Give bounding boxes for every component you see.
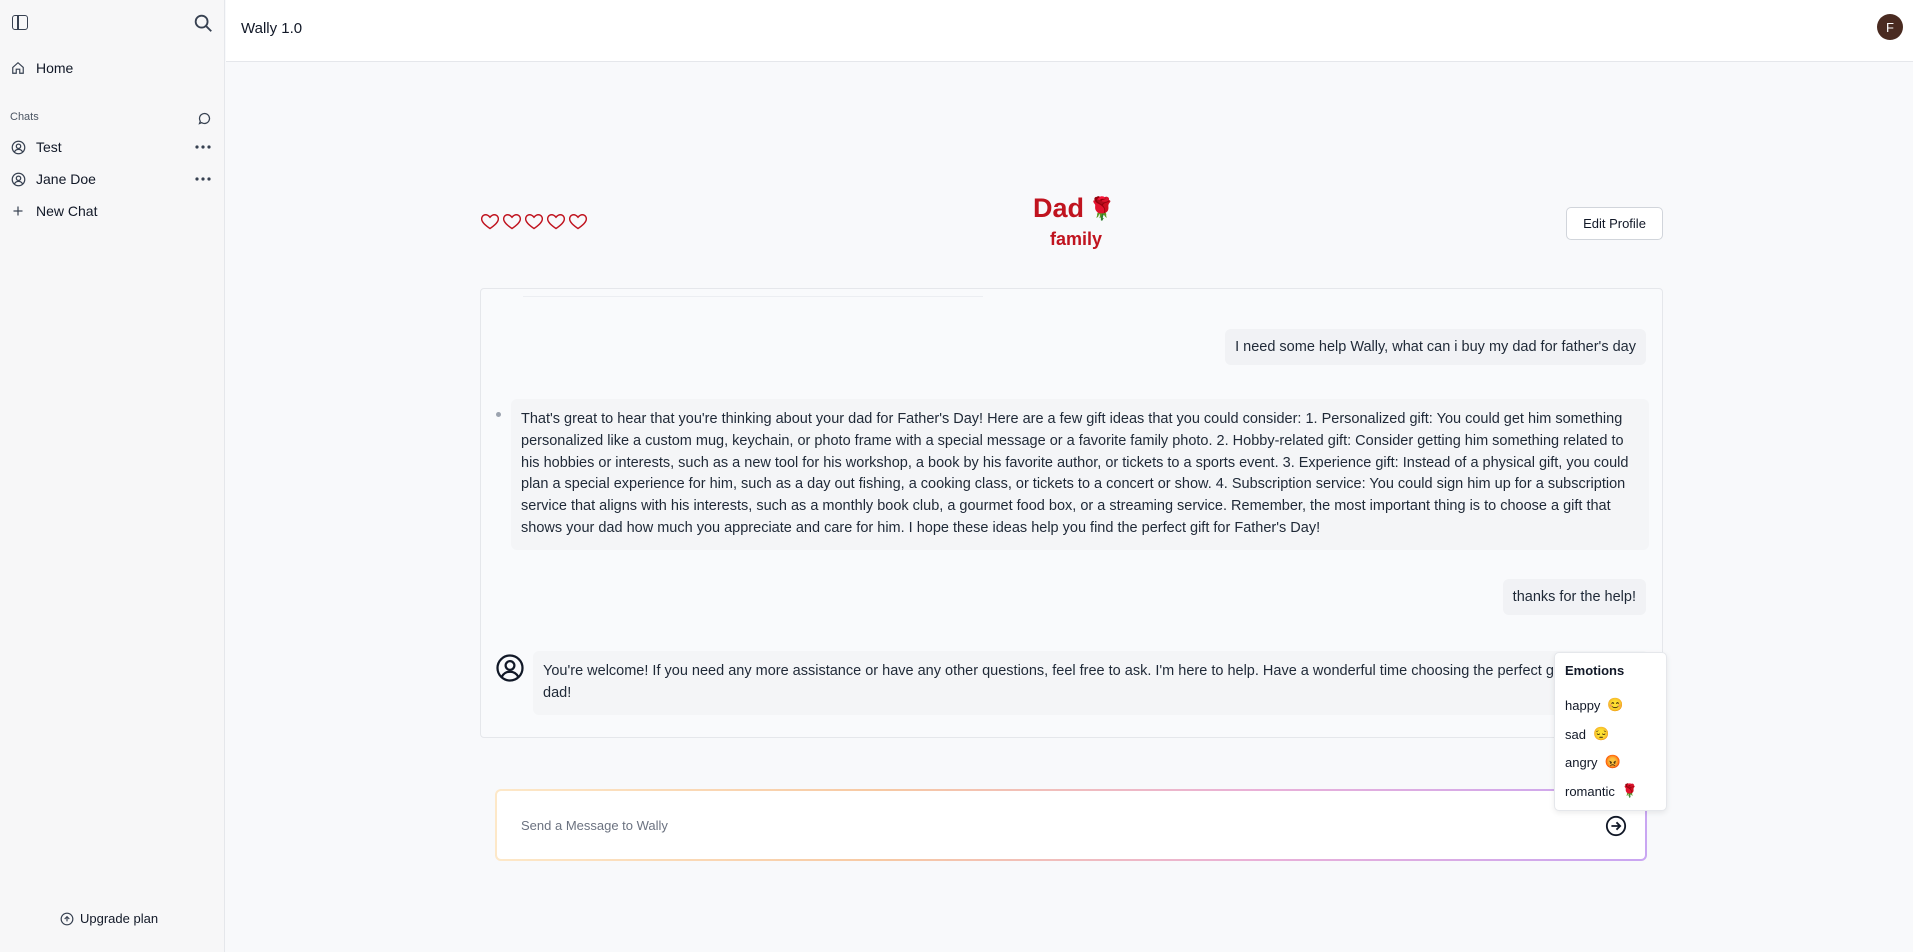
emotion-option-angry[interactable]: angry 😡 bbox=[1565, 754, 1621, 770]
rose-emoji-icon: 🌹 bbox=[1621, 783, 1639, 798]
assistant-avatar-icon bbox=[496, 654, 524, 682]
search-icon[interactable] bbox=[192, 12, 214, 34]
new-chat-label: New Chat bbox=[36, 203, 98, 219]
sad-emoji-icon: 😔 bbox=[1592, 726, 1610, 741]
chats-section-label: Chats bbox=[10, 111, 39, 123]
profile-relation: family bbox=[1050, 229, 1103, 249]
upgrade-plan-label: Upgrade plan bbox=[80, 911, 159, 926]
message-input[interactable] bbox=[521, 813, 1571, 837]
assistant-message: That's great to hear that you're thinkin… bbox=[511, 399, 1649, 550]
plus-icon bbox=[10, 203, 26, 219]
sidebar-item-label: Home bbox=[36, 60, 74, 76]
user-circle-icon bbox=[10, 171, 26, 187]
emotions-menu: Emotions happy 😊 sad 😔 angry 😡 romantic … bbox=[1554, 652, 1667, 811]
user-message: thanks for the help! bbox=[1502, 579, 1646, 615]
emotion-option-romantic[interactable]: romantic 🌹 bbox=[1565, 783, 1638, 799]
top-header: Wally 1.0 F bbox=[226, 0, 1913, 62]
emotion-label: happy bbox=[1565, 697, 1601, 713]
rose-icon: 🌹 bbox=[1088, 195, 1116, 221]
chats-section-header: Chats bbox=[10, 111, 214, 127]
divider bbox=[523, 296, 983, 297]
heart-icon[interactable] bbox=[546, 211, 566, 231]
user-circle-icon bbox=[10, 139, 26, 155]
profile-name-text: Dad bbox=[1033, 193, 1085, 223]
angry-emoji-icon: 😡 bbox=[1604, 754, 1621, 769]
sidebar-top-bar bbox=[10, 12, 214, 34]
home-icon bbox=[10, 60, 26, 76]
emotion-label: sad bbox=[1565, 726, 1586, 742]
new-chat-bubble-icon[interactable] bbox=[197, 111, 212, 126]
affection-hearts bbox=[480, 211, 588, 231]
message-composer bbox=[495, 789, 1647, 861]
profile-name: Dad 🌹 bbox=[1033, 193, 1115, 224]
emotion-label: romantic bbox=[1565, 783, 1615, 799]
sidebar-toggle-icon[interactable] bbox=[12, 15, 28, 30]
heart-icon[interactable] bbox=[502, 211, 522, 231]
happy-emoji-icon: 😊 bbox=[1607, 697, 1624, 712]
assistant-message: You're welcome! If you need any more ass… bbox=[533, 651, 1649, 715]
upgrade-plan-button[interactable]: Upgrade plan bbox=[60, 911, 158, 926]
emotion-option-sad[interactable]: sad 😔 bbox=[1565, 726, 1609, 742]
more-options-icon[interactable] bbox=[194, 172, 212, 186]
new-chat-button[interactable]: New Chat bbox=[10, 198, 214, 224]
heart-icon[interactable] bbox=[524, 211, 544, 231]
chat-panel: I need some help Wally, what can i buy m… bbox=[480, 288, 1663, 738]
sidebar-item-chat-test[interactable]: Test bbox=[10, 134, 214, 160]
heart-icon[interactable] bbox=[480, 211, 500, 231]
more-options-icon[interactable] bbox=[194, 140, 212, 154]
send-arrow-icon[interactable] bbox=[1605, 815, 1627, 837]
upgrade-icon bbox=[60, 912, 74, 925]
assistant-indicator-dot bbox=[496, 412, 501, 417]
sidebar-item-label: Test bbox=[36, 139, 62, 155]
emotion-option-happy[interactable]: happy 😊 bbox=[1565, 697, 1624, 713]
sidebar-item-label: Jane Doe bbox=[36, 171, 96, 187]
emotion-label: angry bbox=[1565, 754, 1598, 770]
sidebar-item-home[interactable]: Home bbox=[10, 55, 214, 81]
emotions-menu-title: Emotions bbox=[1565, 663, 1625, 678]
app-title: Wally 1.0 bbox=[241, 20, 303, 37]
sidebar-item-chat-jane-doe[interactable]: Jane Doe bbox=[10, 166, 214, 192]
edit-profile-button[interactable]: Edit Profile bbox=[1566, 207, 1663, 240]
user-avatar[interactable]: F bbox=[1877, 14, 1903, 40]
sidebar: Home Chats Test Jane Doe New Chat Upgrad… bbox=[0, 0, 225, 952]
heart-icon[interactable] bbox=[568, 211, 588, 231]
user-message: I need some help Wally, what can i buy m… bbox=[1225, 329, 1646, 365]
